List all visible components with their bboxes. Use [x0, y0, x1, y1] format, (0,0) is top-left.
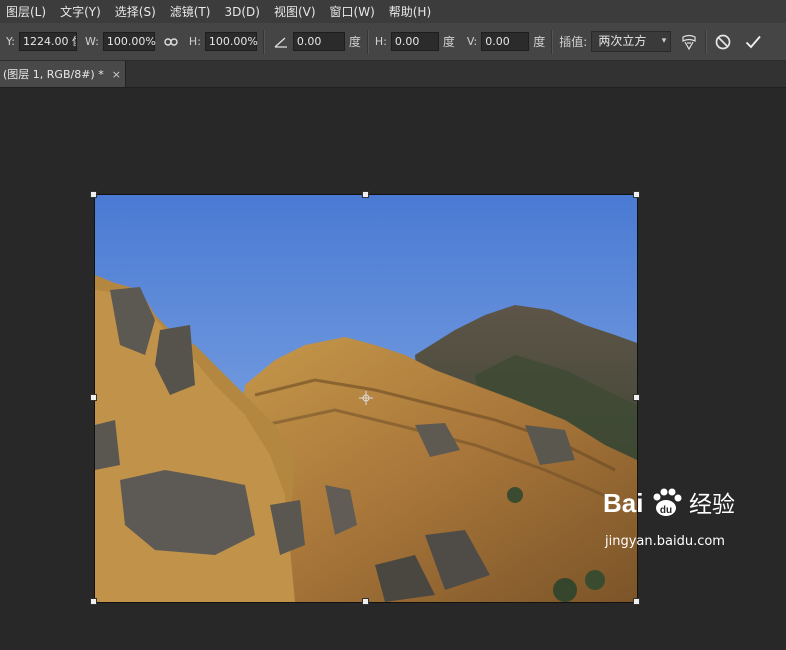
y-position-field[interactable]: 1224.00 像: [18, 32, 77, 51]
menu-view[interactable]: 视图(V): [268, 3, 324, 20]
transform-handle-top[interactable]: [362, 191, 369, 198]
close-icon[interactable]: ×: [112, 68, 121, 81]
divider: [262, 29, 265, 54]
canvas-area[interactable]: [0, 88, 786, 650]
width-field[interactable]: 100.00%: [102, 32, 156, 51]
document-tab[interactable]: (图层 1, RGB/8#) * ×: [0, 61, 126, 87]
watermark-brand: Bai: [603, 488, 643, 518]
h-skew-label: H:: [374, 35, 387, 48]
y-label: Y:: [6, 35, 15, 48]
v-skew-field[interactable]: 0.00: [481, 32, 530, 51]
transform-handle-right[interactable]: [633, 394, 640, 401]
menu-bar: 图层(L) 文字(Y) 选择(S) 滤镜(T) 3D(D) 视图(V) 窗口(W…: [0, 0, 786, 23]
transform-handle-left[interactable]: [90, 394, 97, 401]
h-skew-unit: 度: [442, 35, 455, 49]
warp-mode-icon[interactable]: [679, 32, 699, 52]
menu-window[interactable]: 窗口(W): [324, 3, 383, 20]
v-skew-unit: 度: [533, 35, 546, 49]
menu-help[interactable]: 帮助(H): [383, 3, 439, 20]
chevron-down-icon: ▾: [661, 36, 667, 46]
watermark-brand2: du: [660, 505, 672, 516]
h-skew-field[interactable]: 0.00: [390, 32, 439, 51]
transform-handle-bottom-left[interactable]: [90, 598, 97, 605]
baidu-logo: Bai du 经验: [603, 488, 735, 518]
transform-handle-bottom[interactable]: [362, 598, 369, 605]
transform-handle-top-right[interactable]: [633, 191, 640, 198]
reference-point-icon[interactable]: [359, 391, 373, 405]
watermark-cn: 经验: [689, 492, 735, 518]
menu-filter[interactable]: 滤镜(T): [164, 3, 219, 20]
watermark-url: jingyan.baidu.com: [605, 534, 725, 549]
height-label: H:: [188, 35, 201, 48]
v-skew-label: V:: [466, 35, 478, 48]
interpolation-value: 两次立方: [598, 34, 647, 48]
angle-icon: [271, 32, 291, 52]
paw-icon: du: [653, 488, 682, 516]
link-icon[interactable]: [161, 32, 181, 52]
document-tab-title: (图层 1, RGB/8#) *: [3, 68, 104, 81]
divider: [551, 29, 554, 54]
menu-select[interactable]: 选择(S): [109, 3, 164, 20]
height-field[interactable]: 100.00%: [204, 32, 258, 51]
document-tab-strip: (图层 1, RGB/8#) * ×: [0, 61, 786, 88]
cancel-transform-icon[interactable]: [713, 32, 733, 52]
commit-transform-icon[interactable]: [743, 32, 763, 52]
interpolation-select[interactable]: 两次立方 ▾: [591, 31, 672, 52]
baidu-jingyan-watermark: Bai du 经验 jingyan.baidu.com: [595, 478, 775, 549]
menu-layer[interactable]: 图层(L): [0, 3, 54, 20]
divider: [366, 29, 369, 54]
transform-options-bar: Y: 1224.00 像 W: 100.00% H: 100.00% 0.00 …: [0, 23, 786, 61]
width-label: W:: [84, 35, 99, 48]
menu-type[interactable]: 文字(Y): [54, 3, 109, 20]
rotate-angle-field[interactable]: 0.00: [292, 32, 345, 51]
transform-handle-top-left[interactable]: [90, 191, 97, 198]
angle-unit: 度: [348, 35, 361, 49]
interpolation-label: 插值:: [559, 35, 588, 49]
divider: [705, 29, 708, 54]
transform-handle-bottom-right[interactable]: [633, 598, 640, 605]
menu-3d[interactable]: 3D(D): [218, 5, 267, 19]
